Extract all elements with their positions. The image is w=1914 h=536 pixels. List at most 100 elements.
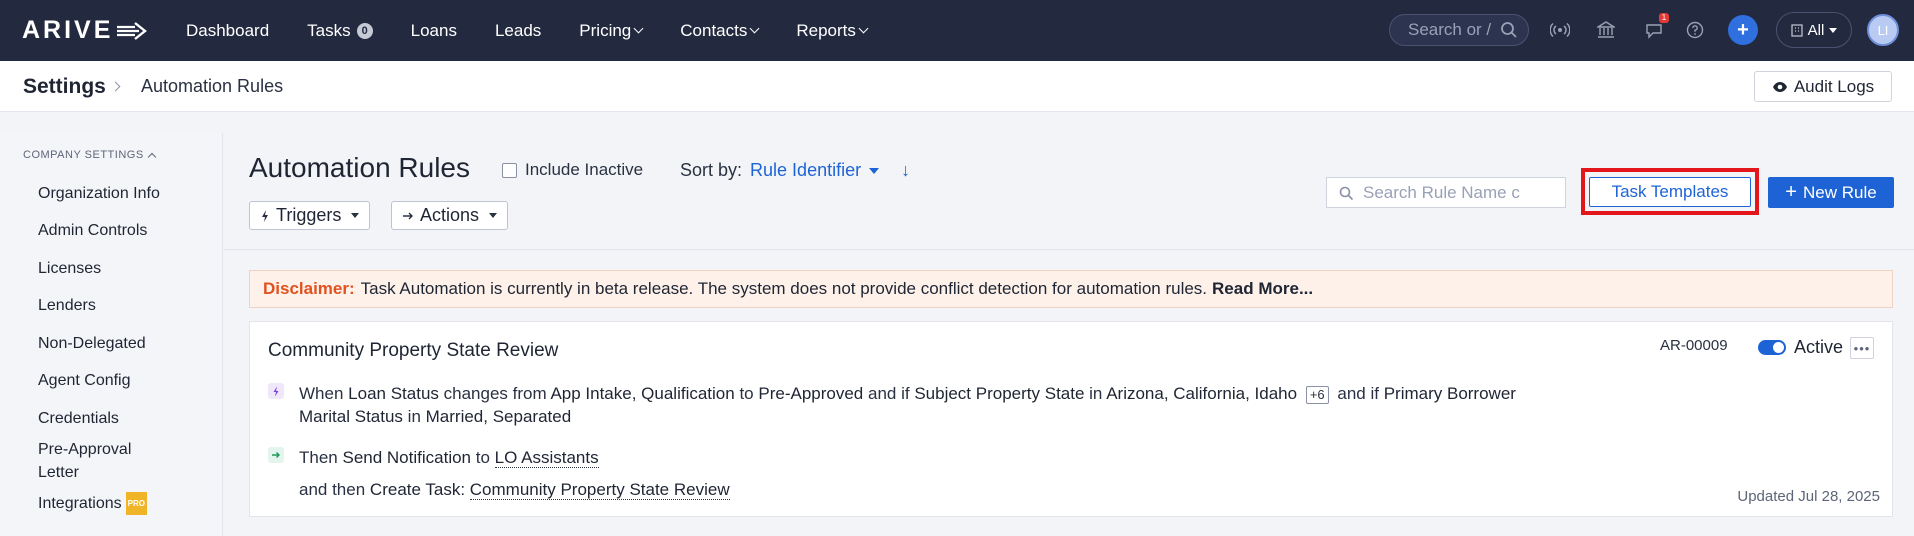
sidebar-item-integrations[interactable]: Integrations PRO xyxy=(38,492,198,516)
condition-field: Subject Property State xyxy=(914,384,1085,403)
quick-add-button[interactable]: + xyxy=(1728,15,1758,45)
nav-pricing[interactable]: Pricing xyxy=(579,20,644,41)
sort-by-select[interactable]: Rule Identifier xyxy=(750,160,880,181)
nav-tasks-label: Tasks xyxy=(307,20,351,40)
sidebar-item-lenders[interactable]: Lenders xyxy=(38,294,198,317)
new-rule-button[interactable]: + New Rule xyxy=(1768,177,1894,208)
nav-pricing-label: Pricing xyxy=(579,20,632,40)
beta-disclaimer: Disclaimer: Task Automation is currently… xyxy=(249,270,1893,308)
breadcrumb: Settings Automation Rules Audit Logs xyxy=(0,61,1914,112)
more-options-icon[interactable]: ••• xyxy=(1850,337,1874,359)
logo-arrow-icon xyxy=(117,21,148,40)
disclaimer-label: Disclaimer: xyxy=(263,279,355,298)
nav-reports[interactable]: Reports xyxy=(796,21,869,41)
and-then-text: and then xyxy=(299,480,366,499)
main-nav: Dashboard Tasks 0 Loans Leads Pricing Con… xyxy=(186,0,905,61)
building-icon xyxy=(1791,23,1803,37)
condition-field-2b: Marital Status xyxy=(299,407,403,426)
nav-contacts[interactable]: Contacts xyxy=(680,20,760,41)
and-if-text-2: and if xyxy=(1337,384,1379,403)
search-icon xyxy=(1339,186,1354,201)
trigger-bolt-icon xyxy=(268,383,284,399)
trigger-to-value: Pre-Approved xyxy=(758,384,864,403)
global-search-input[interactable]: Search or / xyxy=(1389,14,1529,46)
rule-search-input[interactable]: Search Rule Name c xyxy=(1326,177,1566,208)
caret-down-icon xyxy=(489,213,498,218)
include-inactive-checkbox[interactable]: Include Inactive xyxy=(502,160,643,180)
action-2-target[interactable]: Community Property State Review xyxy=(469,480,730,500)
bolt-icon xyxy=(262,209,268,222)
logo-text: ARIVE xyxy=(22,16,114,44)
nav-tasks[interactable]: Tasks 0 xyxy=(307,20,373,41)
breadcrumb-settings[interactable]: Settings xyxy=(23,75,106,99)
action-2-name: Create Task: xyxy=(369,480,466,499)
sidebar-item-pre-approval-letter[interactable]: Pre-Approval Letter xyxy=(38,438,158,484)
sidebar-item-non-delegated[interactable]: Non-Delegated xyxy=(38,332,198,355)
nav-loans[interactable]: Loans xyxy=(411,21,457,41)
bank-icon[interactable] xyxy=(1593,17,1619,43)
disclaimer-text: Task Automation is currently in beta rel… xyxy=(360,279,1208,298)
more-values-badge[interactable]: +6 xyxy=(1305,386,1329,404)
logo[interactable]: ARIVE xyxy=(22,16,149,45)
to-text: to xyxy=(739,384,754,403)
when-text: When xyxy=(299,384,344,403)
sort-direction-icon[interactable]: ↓ xyxy=(901,160,910,181)
sort-by-value: Rule Identifier xyxy=(750,160,862,180)
sidebar-item-agent-config[interactable]: Agent Config xyxy=(38,369,198,392)
trigger-field: Loan Status xyxy=(348,384,439,403)
announcement-icon[interactable]: 1 xyxy=(1641,13,1669,43)
rule-search-placeholder: Search Rule Name c xyxy=(1363,182,1520,202)
rule-title[interactable]: Community Property State Review xyxy=(268,340,558,362)
rule-action-2: and then Create Task: Community Property… xyxy=(299,478,730,501)
sidebar-item-integrations-label: Integrations xyxy=(38,495,122,512)
action-1-name: Send Notification xyxy=(342,448,472,467)
chevron-down-icon xyxy=(749,23,760,33)
action-arrow-icon xyxy=(268,447,284,463)
audit-logs-button[interactable]: Audit Logs xyxy=(1754,71,1892,102)
sidebar-section-company-settings[interactable]: COMPANY SETTINGS xyxy=(23,149,156,161)
nav-loans-label: Loans xyxy=(410,20,457,40)
rule-card[interactable]: Community Property State Review AR-00009… xyxy=(249,321,1893,517)
eye-icon xyxy=(1772,81,1787,92)
notification-count: 1 xyxy=(1659,13,1669,23)
sidebar-item-licenses[interactable]: Licenses xyxy=(38,257,198,280)
sidebar-item-credentials[interactable]: Credentials xyxy=(38,407,198,430)
nav-leads[interactable]: Leads xyxy=(495,21,541,41)
read-more-link[interactable]: Read More... xyxy=(1212,279,1313,299)
arrow-right-icon xyxy=(403,212,413,219)
breadcrumb-current: Automation Rules xyxy=(141,76,284,96)
condition-field-2: Primary Borrower xyxy=(1383,384,1516,403)
changes-from-text: changes from xyxy=(443,384,547,403)
condition-values: Arizona, California, Idaho xyxy=(1106,384,1298,403)
task-templates-button[interactable]: Task Templates xyxy=(1589,177,1751,207)
caret-down-icon xyxy=(351,213,360,218)
action-1-target[interactable]: LO Assistants xyxy=(494,448,599,468)
sort-by-label: Sort by: xyxy=(680,160,743,180)
plus-icon: + xyxy=(1785,181,1797,203)
action-1-to-text: to xyxy=(475,448,490,467)
rule-active-toggle[interactable] xyxy=(1758,340,1786,355)
chevron-right-icon xyxy=(110,81,121,92)
triggers-filter-button[interactable]: Triggers xyxy=(249,201,371,230)
avatar-initials: LI xyxy=(1877,22,1889,38)
sidebar-item-admin-controls[interactable]: Admin Controls xyxy=(38,219,198,242)
nav-leads-label: Leads xyxy=(494,20,542,40)
trigger-from-values: App Intake, Qualification xyxy=(550,384,735,403)
actions-filter-button[interactable]: Actions xyxy=(391,201,509,230)
pro-badge: PRO xyxy=(125,492,147,516)
chevron-up-icon xyxy=(147,152,156,161)
avatar[interactable]: LI xyxy=(1867,14,1899,46)
rule-updated-date: Updated Jul 28, 2025 xyxy=(1737,488,1880,505)
sidebar-section-title: COMPANY SETTINGS xyxy=(23,149,144,161)
search-icon xyxy=(1501,22,1517,38)
nav-contacts-label: Contacts xyxy=(680,20,748,40)
help-icon[interactable] xyxy=(1682,17,1708,43)
sidebar-item-organization-info[interactable]: Organization Info xyxy=(38,182,198,205)
broadcast-icon[interactable] xyxy=(1547,17,1573,43)
tasks-count-badge: 0 xyxy=(356,22,373,39)
in-text: in xyxy=(1089,384,1103,403)
nav-dashboard[interactable]: Dashboard xyxy=(186,21,269,41)
rule-status-label: Active xyxy=(1794,337,1844,357)
in-text-2: in xyxy=(407,407,421,426)
scope-select[interactable]: All xyxy=(1776,12,1852,48)
